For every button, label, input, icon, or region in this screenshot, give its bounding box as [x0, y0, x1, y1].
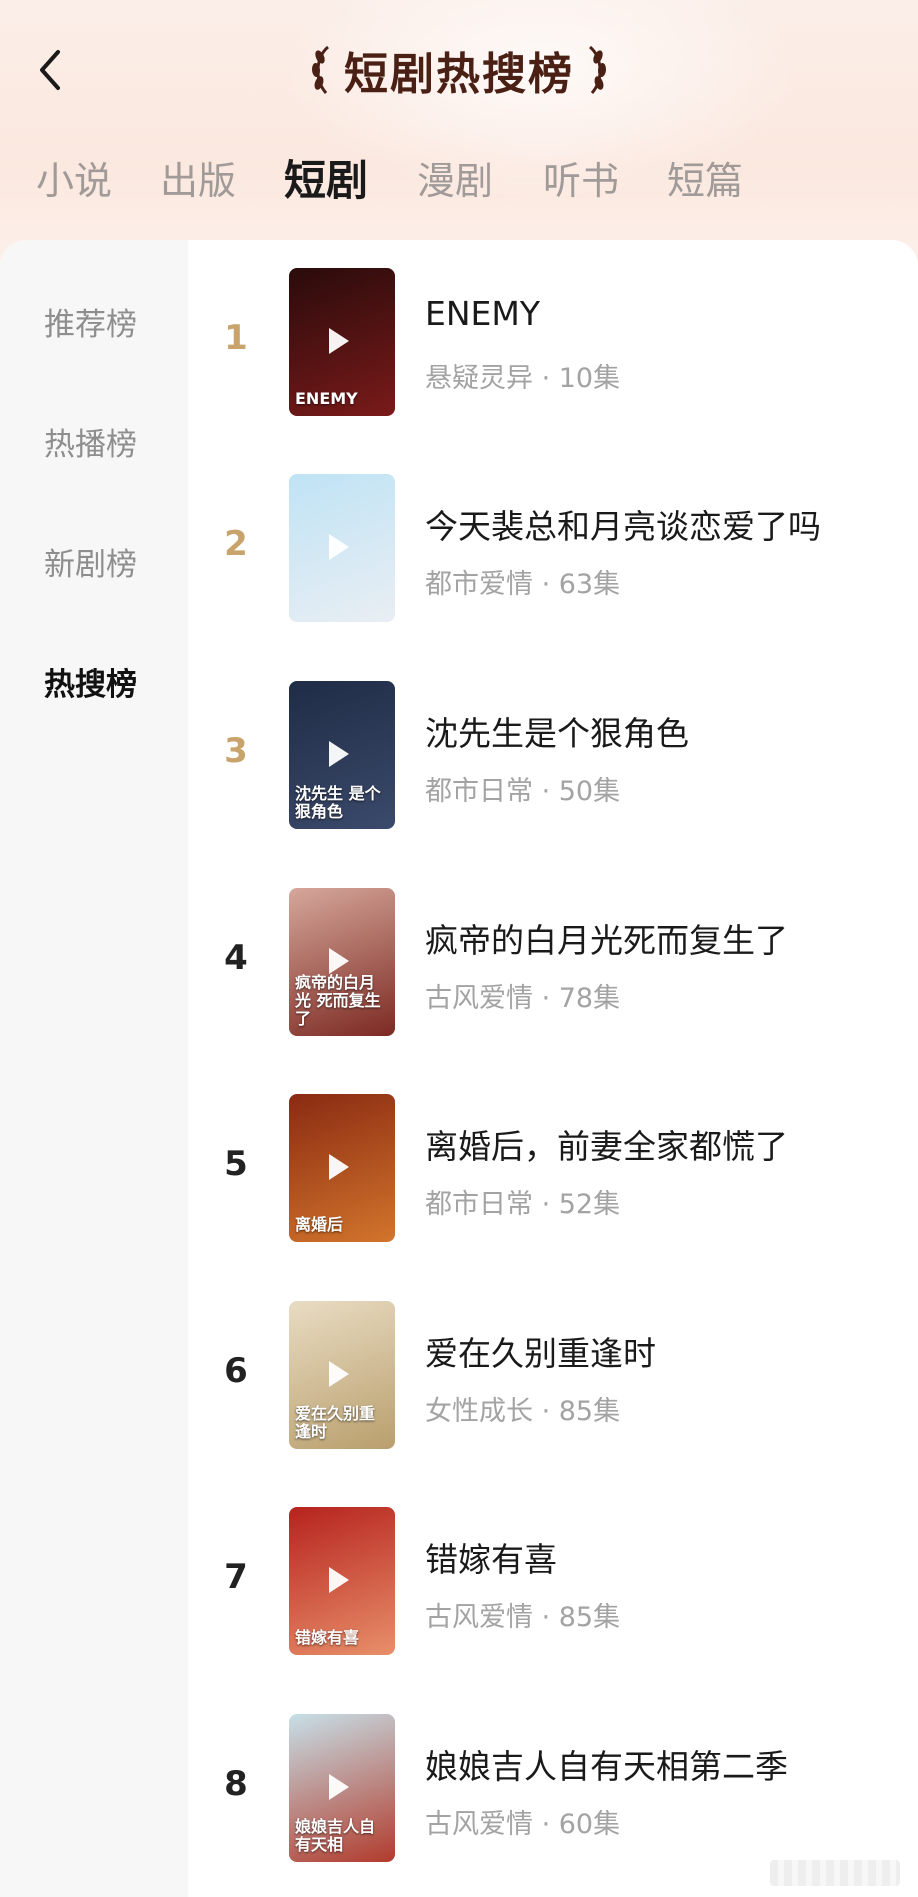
drama-title[interactable]: 今天裴总和月亮谈恋爱了吗: [425, 500, 821, 548]
cover-caption: 爱在久别重逢时: [295, 1404, 376, 1441]
rank-number: 8: [224, 1764, 248, 1804]
cover-caption: 离婚后: [295, 1215, 344, 1234]
sidebar-item-new-drama[interactable]: 新剧榜: [44, 539, 137, 584]
rank-number: 7: [224, 1557, 248, 1597]
laurel-right-icon: [588, 45, 607, 94]
ranking-row[interactable]: 3 沈先生 是个狠角色 沈先生是个狠角色都市日常 · 50集: [188, 681, 918, 831]
drama-cover[interactable]: 离婚后: [289, 1094, 395, 1242]
drama-meta: 都市日常 · 52集: [425, 1189, 621, 1220]
ranking-row[interactable]: 8 娘娘吉人自有天相 娘娘吉人自有天相第二季古风爱情 · 60集: [188, 1714, 918, 1864]
page-title: 短剧热搜榜: [344, 49, 574, 100]
drama-cover[interactable]: 疯帝的白月光 死而复生了: [289, 888, 395, 1036]
drama-cover[interactable]: 娘娘吉人自有天相: [289, 1714, 395, 1862]
tab-short-story[interactable]: 短篇: [667, 150, 743, 205]
cover-caption: 错嫁有喜: [295, 1628, 360, 1647]
tab-short-drama[interactable]: 短剧: [284, 147, 368, 208]
drama-meta: 古风爱情 · 78集: [425, 983, 621, 1014]
cover-caption: 沈先生 是个狠角色: [295, 784, 381, 821]
drama-meta: 都市日常 · 50集: [425, 776, 621, 807]
ranking-row[interactable]: 6 爱在久别重逢时 爱在久别重逢时 女性成长 · 85集: [188, 1301, 918, 1451]
drama-meta: 都市爱情 · 63集: [425, 569, 621, 600]
rank-number: 5: [224, 1144, 248, 1184]
watermark: [770, 1860, 900, 1886]
drama-title[interactable]: 离婚后，前妻全家都慌了: [425, 1120, 788, 1168]
drama-title[interactable]: 娘娘吉人自有天相第二季: [425, 1740, 788, 1788]
drama-title[interactable]: ENEMY: [425, 294, 540, 333]
drama-cover[interactable]: ENEMY: [289, 268, 395, 416]
drama-title[interactable]: 沈先生是个狠角色: [425, 707, 689, 755]
rank-number: 4: [224, 938, 248, 978]
tab-audiobook[interactable]: 听书: [543, 150, 619, 205]
category-tabs: 小说 出版 短剧 漫剧 听书 短篇: [0, 150, 918, 210]
play-icon: [329, 948, 349, 974]
ranking-row[interactable]: 5 离婚后 离婚后，前妻全家都慌了都市日常 · 52集: [188, 1094, 918, 1244]
play-icon: [329, 534, 349, 560]
cover-caption: ENEMY: [295, 389, 358, 408]
play-icon: [329, 1154, 349, 1180]
drama-cover[interactable]: [289, 474, 395, 622]
drama-title[interactable]: 爱在久别重逢时: [425, 1327, 656, 1375]
play-icon: [329, 1567, 349, 1593]
drama-cover[interactable]: 沈先生 是个狠角色: [289, 681, 395, 829]
play-icon: [329, 1361, 349, 1387]
rank-number: 2: [224, 524, 248, 564]
drama-meta: 古风爱情 · 85集: [425, 1602, 621, 1633]
cover-caption: 疯帝的白月光 死而复生了: [295, 973, 381, 1028]
drama-cover[interactable]: 错嫁有喜: [289, 1507, 395, 1655]
tab-comic-drama[interactable]: 漫剧: [417, 150, 493, 205]
drama-title[interactable]: 疯帝的白月光死而复生了: [425, 914, 788, 962]
tab-novel[interactable]: 小说: [36, 150, 112, 205]
play-icon: [329, 741, 349, 767]
tab-publishing[interactable]: 出版: [160, 150, 236, 205]
drama-title[interactable]: 错嫁有喜: [425, 1533, 557, 1581]
ranking-row[interactable]: 7 错嫁有喜 错嫁有喜 古风爱情 · 85集: [188, 1507, 918, 1657]
sidebar-item-hot-search[interactable]: 热搜榜: [44, 659, 137, 704]
ranking-row[interactable]: 2 今天裴总和月亮谈恋爱了吗都市爱情 · 63集: [188, 474, 918, 624]
cover-caption: 娘娘吉人自有天相: [295, 1817, 376, 1854]
play-icon: [329, 1774, 349, 1800]
rank-number: 1: [224, 318, 248, 358]
laurel-left-icon: [311, 45, 330, 94]
sidebar-item-recommended[interactable]: 推荐榜: [44, 299, 137, 344]
play-icon: [329, 328, 349, 354]
ranking-row[interactable]: 1 ENEMY ENEMY 悬疑灵异 · 10集: [188, 268, 918, 418]
ranking-row[interactable]: 4 疯帝的白月光 死而复生了 疯帝的白月光死而复生了古风爱情 · 78集: [188, 888, 918, 1038]
drama-meta: 悬疑灵异 · 10集: [425, 363, 621, 394]
drama-meta: 女性成长 · 85集: [425, 1396, 621, 1427]
page-header: 短剧热搜榜: [0, 40, 918, 100]
drama-meta: 古风爱情 · 60集: [425, 1809, 621, 1840]
rank-number: 6: [224, 1351, 248, 1391]
ranking-sidebar: 推荐榜 热播榜 新剧榜 热搜榜: [0, 240, 188, 1897]
sidebar-item-hot-play[interactable]: 热播榜: [44, 419, 137, 464]
drama-cover[interactable]: 爱在久别重逢时: [289, 1301, 395, 1449]
rank-number: 3: [224, 731, 248, 771]
